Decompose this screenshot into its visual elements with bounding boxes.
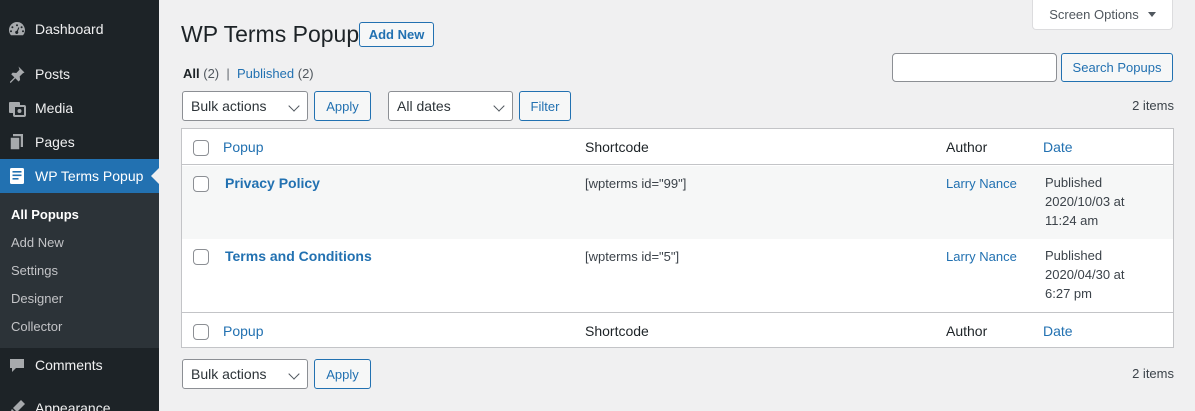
date-cell: Published 2020/10/03 at 11:24 am bbox=[1045, 173, 1125, 230]
author-link[interactable]: Larry Nance bbox=[946, 176, 1017, 191]
table-row: Privacy Policy [wpterms id="99"] Larry N… bbox=[182, 166, 1173, 239]
sidebar-item-label: Posts bbox=[35, 66, 71, 82]
popup-title-link[interactable]: Privacy Policy bbox=[225, 175, 320, 191]
appearance-icon bbox=[7, 398, 27, 411]
column-footer-author: Author bbox=[946, 323, 988, 339]
sidebar-item-appearance[interactable]: Appearance bbox=[0, 391, 159, 411]
active-indicator bbox=[151, 168, 159, 184]
select-all-checkbox-footer[interactable] bbox=[193, 324, 209, 340]
submenu-item-settings[interactable]: Settings bbox=[11, 263, 58, 278]
popup-title-link[interactable]: Terms and Conditions bbox=[225, 248, 372, 264]
column-header-popup[interactable]: Popup bbox=[223, 139, 263, 155]
main-content: WP Terms Popup Add New Screen Options Al… bbox=[159, 0, 1195, 411]
bulk-actions-value: Bulk actions bbox=[191, 366, 267, 382]
date-status: Published bbox=[1045, 248, 1103, 263]
page-title: WP Terms Popup bbox=[181, 21, 360, 47]
sidebar-item-wp-terms-popup[interactable]: WP Terms Popup bbox=[0, 159, 159, 193]
screen-options-label: Screen Options bbox=[1049, 7, 1139, 22]
search-input[interactable] bbox=[892, 53, 1057, 82]
media-icon bbox=[7, 98, 27, 118]
apply-button[interactable]: Apply bbox=[314, 91, 371, 121]
column-footer-popup[interactable]: Popup bbox=[223, 323, 263, 339]
submenu-item-designer[interactable]: Designer bbox=[11, 291, 63, 306]
sidebar-submenu: All Popups Add New Settings Designer Col… bbox=[0, 193, 159, 348]
apply-button-bottom[interactable]: Apply bbox=[314, 359, 371, 389]
comments-icon bbox=[7, 355, 27, 375]
dashboard-icon bbox=[7, 19, 27, 39]
filter-published-count: (2) bbox=[297, 66, 314, 81]
date-time: 6:27 pm bbox=[1045, 286, 1092, 301]
column-header-shortcode: Shortcode bbox=[585, 139, 649, 155]
sidebar-item-label: Comments bbox=[35, 357, 103, 373]
table-footer: Popup Shortcode Author Date bbox=[182, 312, 1173, 348]
dates-select[interactable]: All dates bbox=[388, 91, 513, 121]
sidebar-item-label: Media bbox=[35, 100, 74, 116]
author-link[interactable]: Larry Nance bbox=[946, 249, 1017, 264]
sidebar-item-label: Appearance bbox=[35, 400, 111, 411]
filter-all-count: (2) bbox=[203, 66, 220, 81]
sidebar-item-posts[interactable]: Posts bbox=[0, 57, 159, 91]
filter-separator: | bbox=[226, 66, 230, 81]
filter-published-link[interactable]: Published bbox=[237, 66, 294, 81]
search-popups-button[interactable]: Search Popups bbox=[1061, 53, 1173, 82]
submenu-item-all-popups[interactable]: All Popups bbox=[11, 207, 79, 222]
table-header: Popup Shortcode Author Date bbox=[182, 129, 1173, 165]
sidebar-item-media[interactable]: Media bbox=[0, 91, 159, 125]
shortcode-text: [wpterms id="99"] bbox=[585, 176, 687, 191]
sidebar-item-label: WP Terms Popup bbox=[35, 168, 144, 184]
admin-sidebar: Dashboard Posts Media Pages WP Terms Pop… bbox=[0, 0, 159, 411]
chevron-down-icon bbox=[493, 100, 505, 112]
date-value: 2020/04/30 at bbox=[1045, 267, 1125, 282]
status-filter-links: All (2) | Published (2) bbox=[183, 66, 314, 81]
items-count-bottom: 2 items bbox=[1132, 366, 1174, 381]
popups-table: Popup Shortcode Author Date Privacy Poli… bbox=[181, 128, 1174, 348]
row-checkbox[interactable] bbox=[193, 249, 209, 265]
chevron-down-icon bbox=[288, 368, 300, 380]
popup-icon bbox=[7, 166, 27, 186]
select-all-checkbox[interactable] bbox=[193, 140, 209, 156]
column-footer-date[interactable]: Date bbox=[1043, 323, 1073, 339]
bulk-actions-select-bottom[interactable]: Bulk actions bbox=[182, 359, 308, 389]
sidebar-item-dashboard[interactable]: Dashboard bbox=[0, 12, 159, 46]
items-count: 2 items bbox=[1132, 98, 1174, 113]
submenu-item-collector[interactable]: Collector bbox=[11, 319, 62, 334]
sidebar-item-label: Dashboard bbox=[35, 21, 104, 37]
dates-value: All dates bbox=[397, 98, 451, 114]
date-cell: Published 2020/04/30 at 6:27 pm bbox=[1045, 246, 1125, 303]
table-row: Terms and Conditions [wpterms id="5"] La… bbox=[182, 239, 1173, 312]
filter-button[interactable]: Filter bbox=[519, 91, 571, 121]
date-time: 11:24 am bbox=[1045, 213, 1099, 228]
sidebar-item-comments[interactable]: Comments bbox=[0, 348, 159, 382]
row-checkbox[interactable] bbox=[193, 176, 209, 192]
caret-down-icon bbox=[1147, 12, 1156, 17]
sidebar-item-pages[interactable]: Pages bbox=[0, 125, 159, 159]
filter-all-link[interactable]: All bbox=[183, 66, 200, 81]
date-value: 2020/10/03 at bbox=[1045, 194, 1125, 209]
column-header-author: Author bbox=[946, 139, 988, 155]
bulk-actions-select[interactable]: Bulk actions bbox=[182, 91, 308, 121]
pin-icon bbox=[7, 64, 27, 84]
chevron-down-icon bbox=[288, 100, 300, 112]
column-header-date[interactable]: Date bbox=[1043, 139, 1073, 155]
bulk-actions-value: Bulk actions bbox=[191, 98, 267, 114]
date-status: Published bbox=[1045, 175, 1103, 190]
sidebar-item-label: Pages bbox=[35, 134, 75, 150]
screen-options-button[interactable]: Screen Options bbox=[1032, 0, 1173, 30]
shortcode-text: [wpterms id="5"] bbox=[585, 249, 680, 264]
pages-icon bbox=[7, 132, 27, 152]
add-new-button[interactable]: Add New bbox=[359, 22, 434, 47]
submenu-item-add-new[interactable]: Add New bbox=[11, 235, 64, 250]
column-footer-shortcode: Shortcode bbox=[585, 323, 649, 339]
